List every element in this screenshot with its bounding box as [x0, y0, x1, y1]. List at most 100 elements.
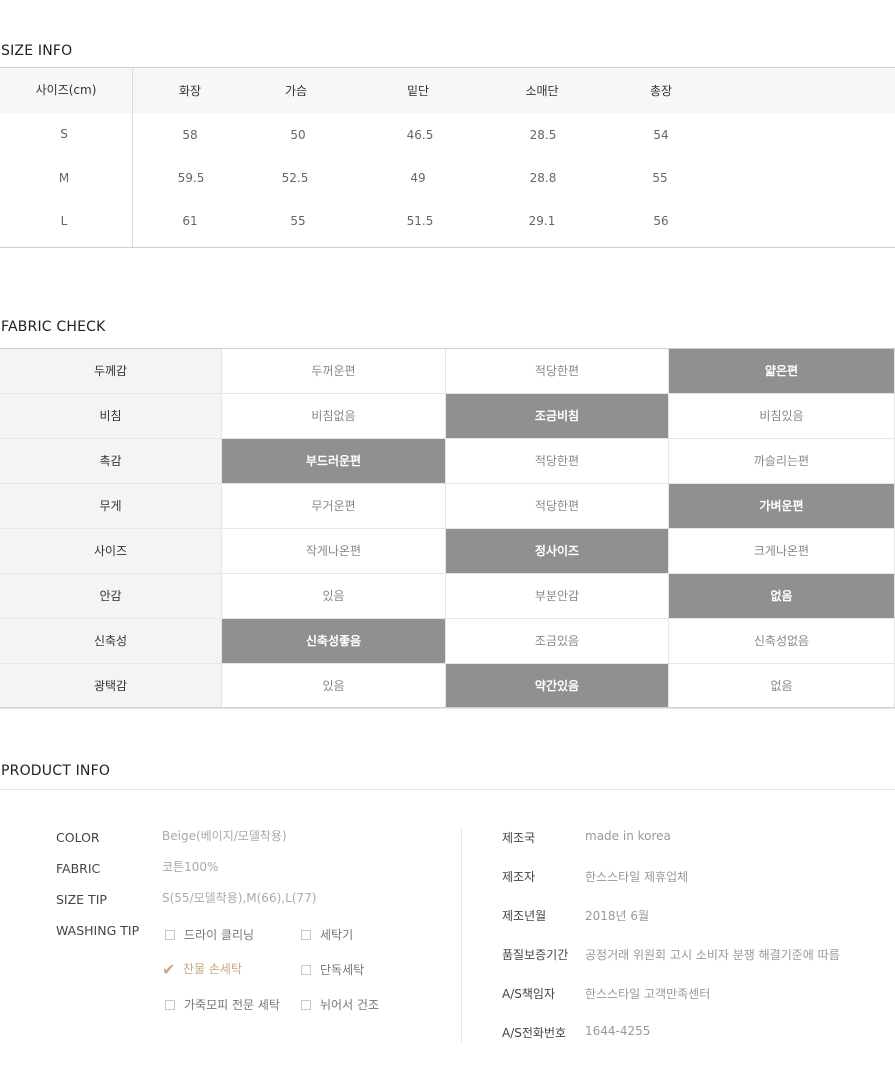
size-table-header [0, 67, 895, 113]
fabric-row-label: 광택감 [0, 664, 222, 709]
size-header-cell: 소매단 [525, 84, 559, 98]
fabric-option: 있음 [222, 574, 446, 619]
fabric-row: 안감 있음 부분안감 없음 [0, 574, 895, 619]
size-header-cell: 가슴 [284, 84, 308, 98]
fabric-row-label: 두께감 [0, 349, 222, 394]
size-cell: 28.5 [529, 128, 557, 142]
detail-value: made in korea [585, 829, 671, 843]
checkbox-icon [165, 1000, 175, 1010]
detail-value: 1644-4255 [585, 1024, 651, 1038]
washing-option: 단독세탁 [301, 961, 364, 978]
detail-label: A/S책임자 [502, 987, 555, 1001]
size-cell: 59.5 [177, 171, 205, 185]
fabric-option-selected: 얇은편 [669, 349, 895, 394]
detail-value: 공정거래 위원회 고시 소비자 분쟁 해결기준에 따름 [585, 948, 840, 962]
size-tip-value: S(55/모델착용),M(66),L(77) [162, 891, 317, 905]
fabric-option: 부분안감 [446, 574, 669, 619]
fabric-row-label: 안감 [0, 574, 222, 619]
fabric-option: 신축성없음 [669, 619, 895, 664]
fabric-option-selected: 없음 [669, 574, 895, 619]
fabric-option-selected: 가벼운편 [669, 484, 895, 529]
detail-label: 품질보증기간 [502, 948, 569, 962]
size-cell: S [60, 127, 68, 141]
size-cell: 28.8 [529, 171, 557, 185]
size-table: 사이즈(cm) 화장 가슴 밑단 소매단 총장 S 58 50 46.5 28.… [0, 67, 895, 248]
washing-option: 뉘어서 건조 [301, 996, 379, 1013]
fabric-row-label: 무게 [0, 484, 222, 529]
size-cell: 52.5 [281, 171, 309, 185]
fabric-option-selected: 정사이즈 [446, 529, 669, 574]
fabric-option: 비침있음 [669, 394, 895, 439]
size-table-divider [132, 67, 133, 247]
fabric-option: 적당한편 [446, 484, 669, 529]
fabric-option-selected: 부드러운편 [222, 439, 446, 484]
size-cell: 55 [652, 171, 668, 185]
fabric-option: 없음 [669, 664, 895, 709]
size-cell: 29.1 [528, 214, 556, 228]
fabric-check-table: 두께감 두꺼운편 적당한편 얇은편 비침 비침없음 조금비침 비침있음 촉감 부드러운편 적당한편 까… [0, 348, 895, 709]
product-info-title: PRODUCT INFO [1, 763, 111, 779]
fabric-table-bottom-border [0, 707, 895, 708]
fabric-option: 비침없음 [222, 394, 446, 439]
fabric-row: 무게 무거운편 적당한편 가벼운편 [0, 484, 895, 529]
size-cell: M [58, 171, 70, 185]
washing-option-label: 단독세탁 [320, 963, 365, 977]
fabric-option: 작게나온편 [222, 529, 446, 574]
size-cell: 51.5 [406, 214, 434, 228]
fabric-row-label: 신축성 [0, 619, 222, 664]
product-info-column-divider [461, 829, 462, 1042]
size-header-cell: 화장 [178, 84, 202, 98]
fabric-option: 까슬리는편 [669, 439, 895, 484]
detail-label: A/S전화번호 [502, 1026, 567, 1040]
washing-option: ✔ 찬물 손세탁 [162, 960, 242, 979]
checkbox-icon [301, 965, 311, 975]
fabric-row: 두께감 두꺼운편 적당한편 얇은편 [0, 349, 895, 394]
fabric-row-label: 사이즈 [0, 529, 222, 574]
size-cell: 56 [653, 214, 669, 228]
checkmark-icon: ✔ [162, 960, 176, 979]
fabric-row-label: 비침 [0, 394, 222, 439]
detail-label: 제조자 [502, 870, 536, 884]
size-cell: 54 [653, 128, 669, 142]
fabric-row: 신축성 신축성좋음 조금있음 신축성없음 [0, 619, 895, 664]
size-cell: 58 [182, 128, 198, 142]
size-cell: L [60, 214, 68, 228]
size-cell: 46.5 [406, 128, 434, 142]
fabric-check-title: FABRIC CHECK [1, 319, 106, 335]
size-cell: 61 [182, 214, 198, 228]
size-header-cell: 밑단 [406, 84, 430, 98]
fabric-option: 적당한편 [446, 349, 669, 394]
washing-option-label: 세탁기 [320, 928, 354, 942]
detail-label: 제조국 [502, 831, 536, 845]
washing-option-label: 가죽모피 전문 세탁 [184, 998, 280, 1012]
checkbox-icon [301, 930, 311, 940]
washing-option-label: 드라이 클리닝 [184, 928, 255, 942]
washing-option-label: 찬물 손세탁 [183, 962, 243, 976]
washing-option: 세탁기 [301, 926, 353, 943]
detail-value: 2018년 6월 [585, 909, 650, 923]
size-table-bottom-border [0, 247, 895, 248]
fabric-row: 사이즈 작게나온편 정사이즈 크게나온편 [0, 529, 895, 574]
size-cell: 49 [410, 171, 426, 185]
washing-option: 가죽모피 전문 세탁 [165, 996, 280, 1013]
size-info-title: SIZE INFO [1, 43, 73, 59]
fabric-option: 무거운편 [222, 484, 446, 529]
checkbox-icon [165, 930, 175, 940]
color-value: Beige(베이지/모델착용) [162, 829, 287, 843]
washing-tip-label: WASHING TIP [56, 923, 140, 938]
size-cell: 50 [290, 128, 306, 142]
fabric-option-selected: 신축성좋음 [222, 619, 446, 664]
product-info-divider [0, 789, 895, 790]
fabric-label: FABRIC [56, 861, 101, 876]
checkbox-icon [301, 1000, 311, 1010]
detail-label: 제조년월 [502, 909, 547, 923]
fabric-row: 비침 비침없음 조금비침 비침있음 [0, 394, 895, 439]
washing-option: 드라이 클리닝 [165, 926, 254, 943]
fabric-row: 광택감 있음 약간있음 없음 [0, 664, 895, 709]
fabric-option: 있음 [222, 664, 446, 709]
fabric-option: 조금있음 [446, 619, 669, 664]
size-header-cell: 사이즈(cm) [35, 83, 97, 97]
color-label: COLOR [56, 830, 100, 845]
fabric-option-selected: 약간있음 [446, 664, 669, 709]
detail-value: 한스스타일 제휴업체 [585, 870, 689, 884]
